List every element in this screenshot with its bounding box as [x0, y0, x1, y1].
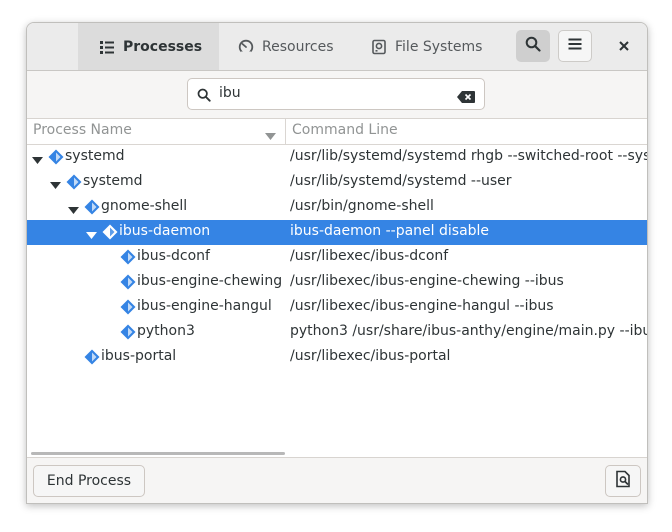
list-icon: [99, 39, 115, 55]
expander-expanded-icon[interactable]: [68, 203, 79, 219]
search-icon: [197, 87, 211, 106]
hamburger-menu-icon: [567, 36, 583, 56]
system-monitor-window: Processes Resources File Systems ibu Pro…: [26, 22, 648, 504]
tab-file-systems[interactable]: File Systems: [351, 23, 491, 70]
action-bar: End Process: [27, 457, 647, 503]
tab-processes-label: Processes: [123, 38, 203, 55]
process-name: ibus-portal: [101, 348, 177, 364]
process-name: ibus-engine-chewing: [137, 273, 283, 289]
process-command: /usr/lib/systemd/systemd rhgb --switched…: [290, 148, 647, 164]
search-toggle-button[interactable]: [516, 30, 550, 62]
process-name: ibus-engine-hangul: [137, 298, 272, 314]
expander-expanded-icon[interactable]: [32, 153, 43, 169]
tab-file-systems-label: File Systems: [395, 38, 483, 55]
process-name: ibus-daemon: [119, 223, 211, 239]
table-row[interactable]: systemd /usr/lib/systemd/systemd rhgb --…: [27, 145, 647, 170]
horizontal-scrollbar[interactable]: [31, 452, 285, 455]
process-command: /usr/libexec/ibus-engine-hangul --ibus: [290, 298, 554, 314]
process-command: /usr/bin/gnome-shell: [290, 198, 434, 214]
process-icon: [84, 199, 100, 219]
header-bar: Processes Resources File Systems: [27, 23, 647, 71]
sort-descending-icon[interactable]: [265, 128, 276, 144]
search-bar: ibu: [27, 71, 647, 119]
process-icon: [120, 324, 136, 344]
table-row[interactable]: ibus-engine-hangul /usr/libexec/ibus-eng…: [27, 295, 647, 320]
tab-processes[interactable]: Processes: [78, 23, 219, 70]
process-command: /usr/libexec/ibus-engine-chewing --ibus: [290, 273, 564, 289]
process-icon: [120, 274, 136, 294]
close-icon: [618, 37, 630, 56]
tab-resources[interactable]: Resources: [219, 23, 351, 70]
close-button[interactable]: [607, 30, 641, 62]
process-name: python3: [137, 323, 195, 339]
process-command: /usr/lib/systemd/systemd --user: [290, 173, 512, 189]
table-row-selected[interactable]: ibus-daemon ibus-daemon --panel disable: [27, 220, 647, 245]
column-separator[interactable]: [285, 119, 286, 144]
disk-icon: [371, 39, 387, 55]
table-row[interactable]: systemd /usr/lib/systemd/systemd --user: [27, 170, 647, 195]
column-process-name[interactable]: Process Name: [33, 122, 132, 138]
process-icon: [66, 174, 82, 194]
gauge-icon: [238, 39, 254, 55]
process-icon: [84, 349, 100, 369]
table-row[interactable]: gnome-shell /usr/bin/gnome-shell: [27, 195, 647, 220]
table-row[interactable]: python3 python3 /usr/share/ibus-anthy/en…: [27, 320, 647, 345]
search-icon: [525, 36, 541, 56]
process-name: ibus-dconf: [137, 248, 210, 264]
table-row[interactable]: ibus-dconf /usr/libexec/ibus-dconf: [27, 245, 647, 270]
process-icon: [120, 249, 136, 269]
table-row[interactable]: ibus-engine-chewing /usr/libexec/ibus-en…: [27, 270, 647, 295]
process-properties-button[interactable]: [605, 465, 641, 497]
process-command: python3 /usr/share/ibus-anthy/engine/mai…: [290, 323, 647, 339]
table-row[interactable]: ibus-portal /usr/libexec/ibus-portal: [27, 345, 647, 370]
process-name: systemd: [65, 148, 125, 164]
process-name: gnome-shell: [101, 198, 188, 214]
expander-expanded-icon[interactable]: [86, 228, 97, 244]
column-command-line[interactable]: Command Line: [292, 122, 398, 138]
process-icon: [48, 149, 64, 169]
process-icon: [120, 299, 136, 319]
column-header: Process Name Command Line: [27, 119, 647, 145]
clear-search-icon[interactable]: [457, 88, 475, 107]
process-command: /usr/libexec/ibus-portal: [290, 348, 451, 364]
process-name: systemd: [83, 173, 143, 189]
end-process-button[interactable]: End Process: [33, 465, 145, 497]
search-input-value: ibu: [219, 85, 241, 101]
expander-expanded-icon[interactable]: [50, 178, 61, 194]
tab-resources-label: Resources: [262, 38, 334, 55]
search-input[interactable]: ibu: [187, 78, 485, 110]
process-icon: [102, 224, 118, 244]
process-properties-icon: [614, 470, 632, 492]
process-command: /usr/libexec/ibus-dconf: [290, 248, 449, 264]
process-tree: systemd /usr/lib/systemd/systemd rhgb --…: [27, 145, 647, 455]
main-menu-button[interactable]: [558, 30, 592, 62]
process-command: ibus-daemon --panel disable: [290, 223, 490, 239]
